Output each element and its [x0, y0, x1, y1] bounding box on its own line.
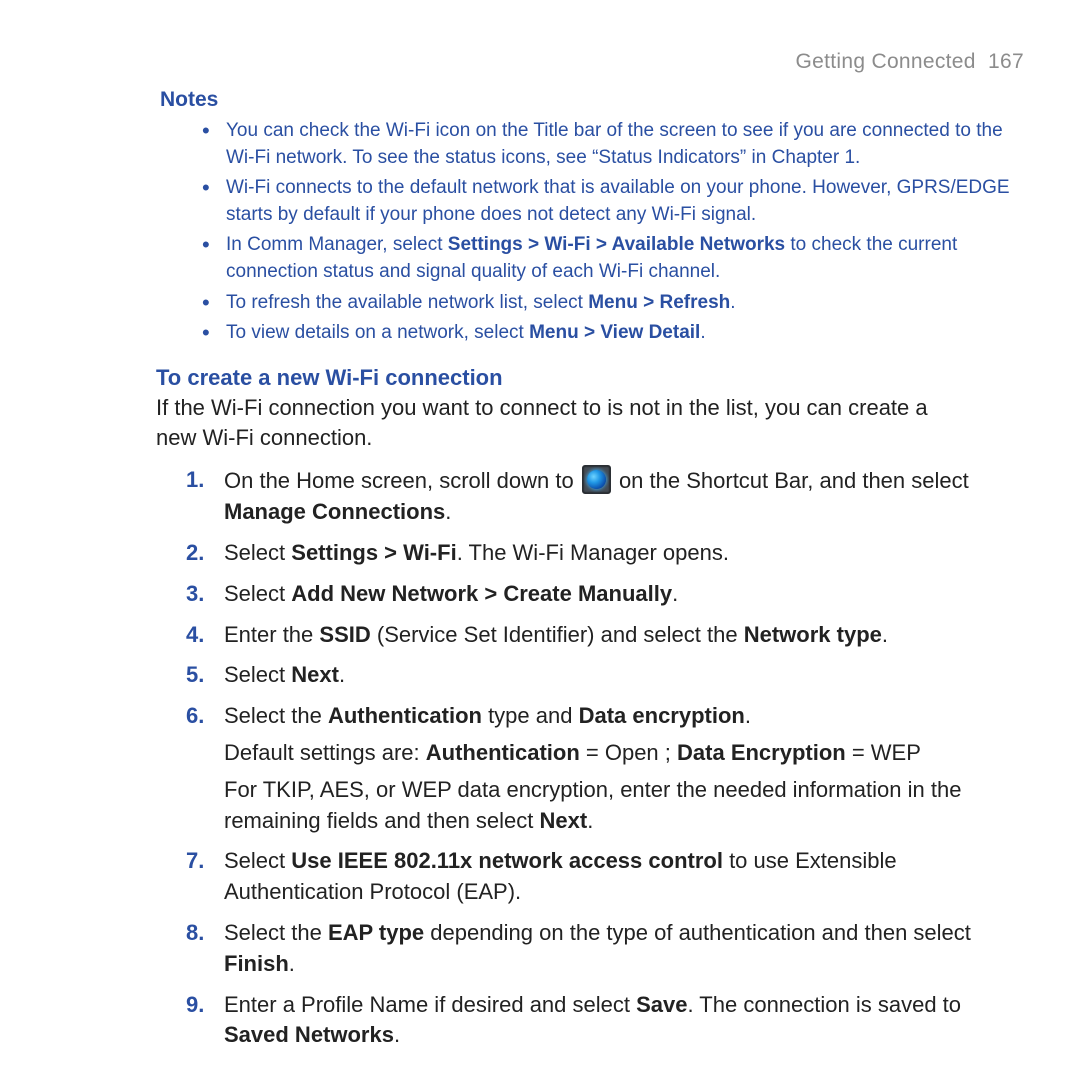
step-number: 6.: [186, 701, 204, 732]
step-number: 1.: [186, 465, 204, 496]
note-item: To view details on a network, select Men…: [198, 320, 1032, 347]
step-item: 9. Enter a Profile Name if desired and s…: [186, 990, 972, 1052]
note-item: Wi-Fi connects to the default network th…: [198, 175, 1032, 228]
step-number: 5.: [186, 660, 204, 691]
document-page: Getting Connected 167 Notes You can chec…: [0, 0, 1080, 1080]
notes-heading: Notes: [160, 88, 1032, 112]
step-number: 9.: [186, 990, 204, 1021]
section-heading: To create a new Wi-Fi connection: [156, 365, 1032, 391]
step-number: 3.: [186, 579, 204, 610]
notes-list: You can check the Wi-Fi icon on the Titl…: [198, 118, 1032, 347]
chapter-title: Getting Connected: [796, 50, 976, 73]
steps-list: 1. On the Home screen, scroll down to on…: [186, 465, 972, 1051]
step-item: 6. Select the Authentication type and Da…: [186, 701, 972, 836]
settings-globe-icon: [582, 465, 611, 494]
note-item: To refresh the available network list, s…: [198, 290, 1032, 317]
section-intro: If the Wi-Fi connection you want to conn…: [156, 393, 972, 454]
step-number: 4.: [186, 620, 204, 651]
running-header: Getting Connected 167: [48, 50, 1032, 74]
step-number: 7.: [186, 846, 204, 877]
step-item: 4. Enter the SSID (Service Set Identifie…: [186, 620, 972, 651]
step-number: 8.: [186, 918, 204, 949]
step-item: 7. Select Use IEEE 802.11x network acces…: [186, 846, 972, 908]
page-number: 167: [988, 50, 1024, 73]
step-item: 5. Select Next.: [186, 660, 972, 691]
step-subtext: For TKIP, AES, or WEP data encryption, e…: [224, 775, 972, 837]
note-item: In Comm Manager, select Settings > Wi-Fi…: [198, 232, 1032, 285]
note-item: You can check the Wi-Fi icon on the Titl…: [198, 118, 1032, 171]
step-item: 3. Select Add New Network > Create Manua…: [186, 579, 972, 610]
step-number: 2.: [186, 538, 204, 569]
step-item: 2. Select Settings > Wi-Fi. The Wi-Fi Ma…: [186, 538, 972, 569]
step-item: 1. On the Home screen, scroll down to on…: [186, 465, 972, 528]
step-item: 8. Select the EAP type depending on the …: [186, 918, 972, 980]
step-subtext: Default settings are: Authentication = O…: [224, 738, 972, 769]
